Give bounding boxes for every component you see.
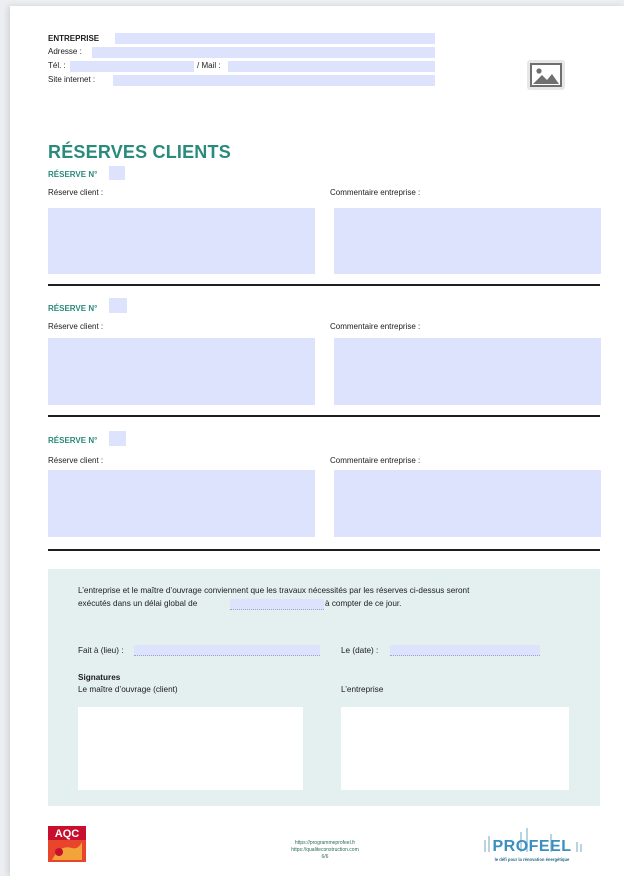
reserve-number-field[interactable] bbox=[109, 298, 127, 313]
client-reserve-label: Réserve client : bbox=[48, 188, 104, 197]
agreement-text-line2-end: à compter de ce jour. bbox=[325, 599, 402, 608]
place-label: Fait à (lieu) : bbox=[78, 646, 124, 655]
profeel-logo-text: PROFEEL bbox=[492, 838, 571, 855]
client-reserve-box[interactable] bbox=[48, 208, 315, 274]
owner-signature-box[interactable] bbox=[78, 707, 303, 790]
company-comment-label: Commentaire entreprise : bbox=[330, 322, 421, 331]
company-label: ENTREPRISE bbox=[48, 34, 100, 43]
date-label: Le (date) : bbox=[341, 646, 379, 655]
company-comment-label: Commentaire entreprise : bbox=[330, 456, 421, 465]
company-signature-label: L’entreprise bbox=[341, 685, 384, 694]
company-comment-box[interactable] bbox=[334, 338, 601, 405]
aqc-logo: AQC bbox=[48, 826, 86, 862]
aqc-logo-text: AQC bbox=[55, 828, 80, 840]
mail-field[interactable] bbox=[228, 61, 435, 72]
date-field[interactable] bbox=[390, 645, 540, 656]
website-label: Site internet : bbox=[48, 75, 96, 84]
reserve-number-field[interactable] bbox=[109, 431, 126, 446]
image-icon[interactable] bbox=[527, 60, 565, 90]
company-comment-box[interactable] bbox=[334, 470, 601, 537]
company-signature-box[interactable] bbox=[341, 707, 569, 790]
agreement-text-line2-start: exécutés dans un délai global de bbox=[78, 599, 198, 608]
address-field[interactable] bbox=[92, 47, 435, 58]
page-title: RÉSERVES CLIENTS bbox=[48, 142, 231, 162]
document-page: ENTREPRISE Adresse : Tél. : / Mail : Sit… bbox=[10, 6, 624, 876]
owner-signature-label: Le maître d’ouvrage (client) bbox=[78, 685, 178, 694]
delay-field[interactable] bbox=[230, 599, 324, 610]
company-comment-label: Commentaire entreprise : bbox=[330, 188, 421, 197]
company-field[interactable] bbox=[115, 33, 435, 44]
agreement-text-line1: L’entreprise et le maître d’ouvrage conv… bbox=[78, 586, 470, 595]
reserve-title: RÉSERVE N° bbox=[48, 170, 98, 179]
mail-label: / Mail : bbox=[197, 61, 221, 70]
footer-link-2[interactable]: https://qualiteconstruction.com bbox=[260, 847, 390, 854]
reserve-title: RÉSERVE N° bbox=[48, 304, 98, 313]
address-label: Adresse : bbox=[48, 47, 82, 56]
client-reserve-box[interactable] bbox=[48, 338, 315, 405]
profeel-logo: PROFEEL le défi pour la rénovation énerg… bbox=[480, 826, 590, 866]
footer-link-1[interactable]: https://programmeprofeel.fr bbox=[260, 840, 390, 847]
client-reserve-label: Réserve client : bbox=[48, 322, 104, 331]
phone-field[interactable] bbox=[70, 61, 194, 72]
separator bbox=[48, 415, 600, 417]
website-field[interactable] bbox=[113, 75, 435, 86]
profeel-tagline: le défi pour la rénovation énergétique bbox=[495, 857, 570, 862]
separator bbox=[48, 549, 600, 551]
reserve-title: RÉSERVE N° bbox=[48, 436, 98, 445]
client-reserve-label: Réserve client : bbox=[48, 456, 104, 465]
client-reserve-box[interactable] bbox=[48, 470, 315, 537]
reserve-number-field[interactable] bbox=[109, 166, 125, 180]
page-number: 6/6 bbox=[321, 854, 329, 860]
phone-label: Tél. : bbox=[48, 61, 66, 70]
place-field[interactable] bbox=[134, 645, 320, 656]
company-comment-box[interactable] bbox=[334, 208, 601, 274]
separator bbox=[48, 284, 600, 286]
